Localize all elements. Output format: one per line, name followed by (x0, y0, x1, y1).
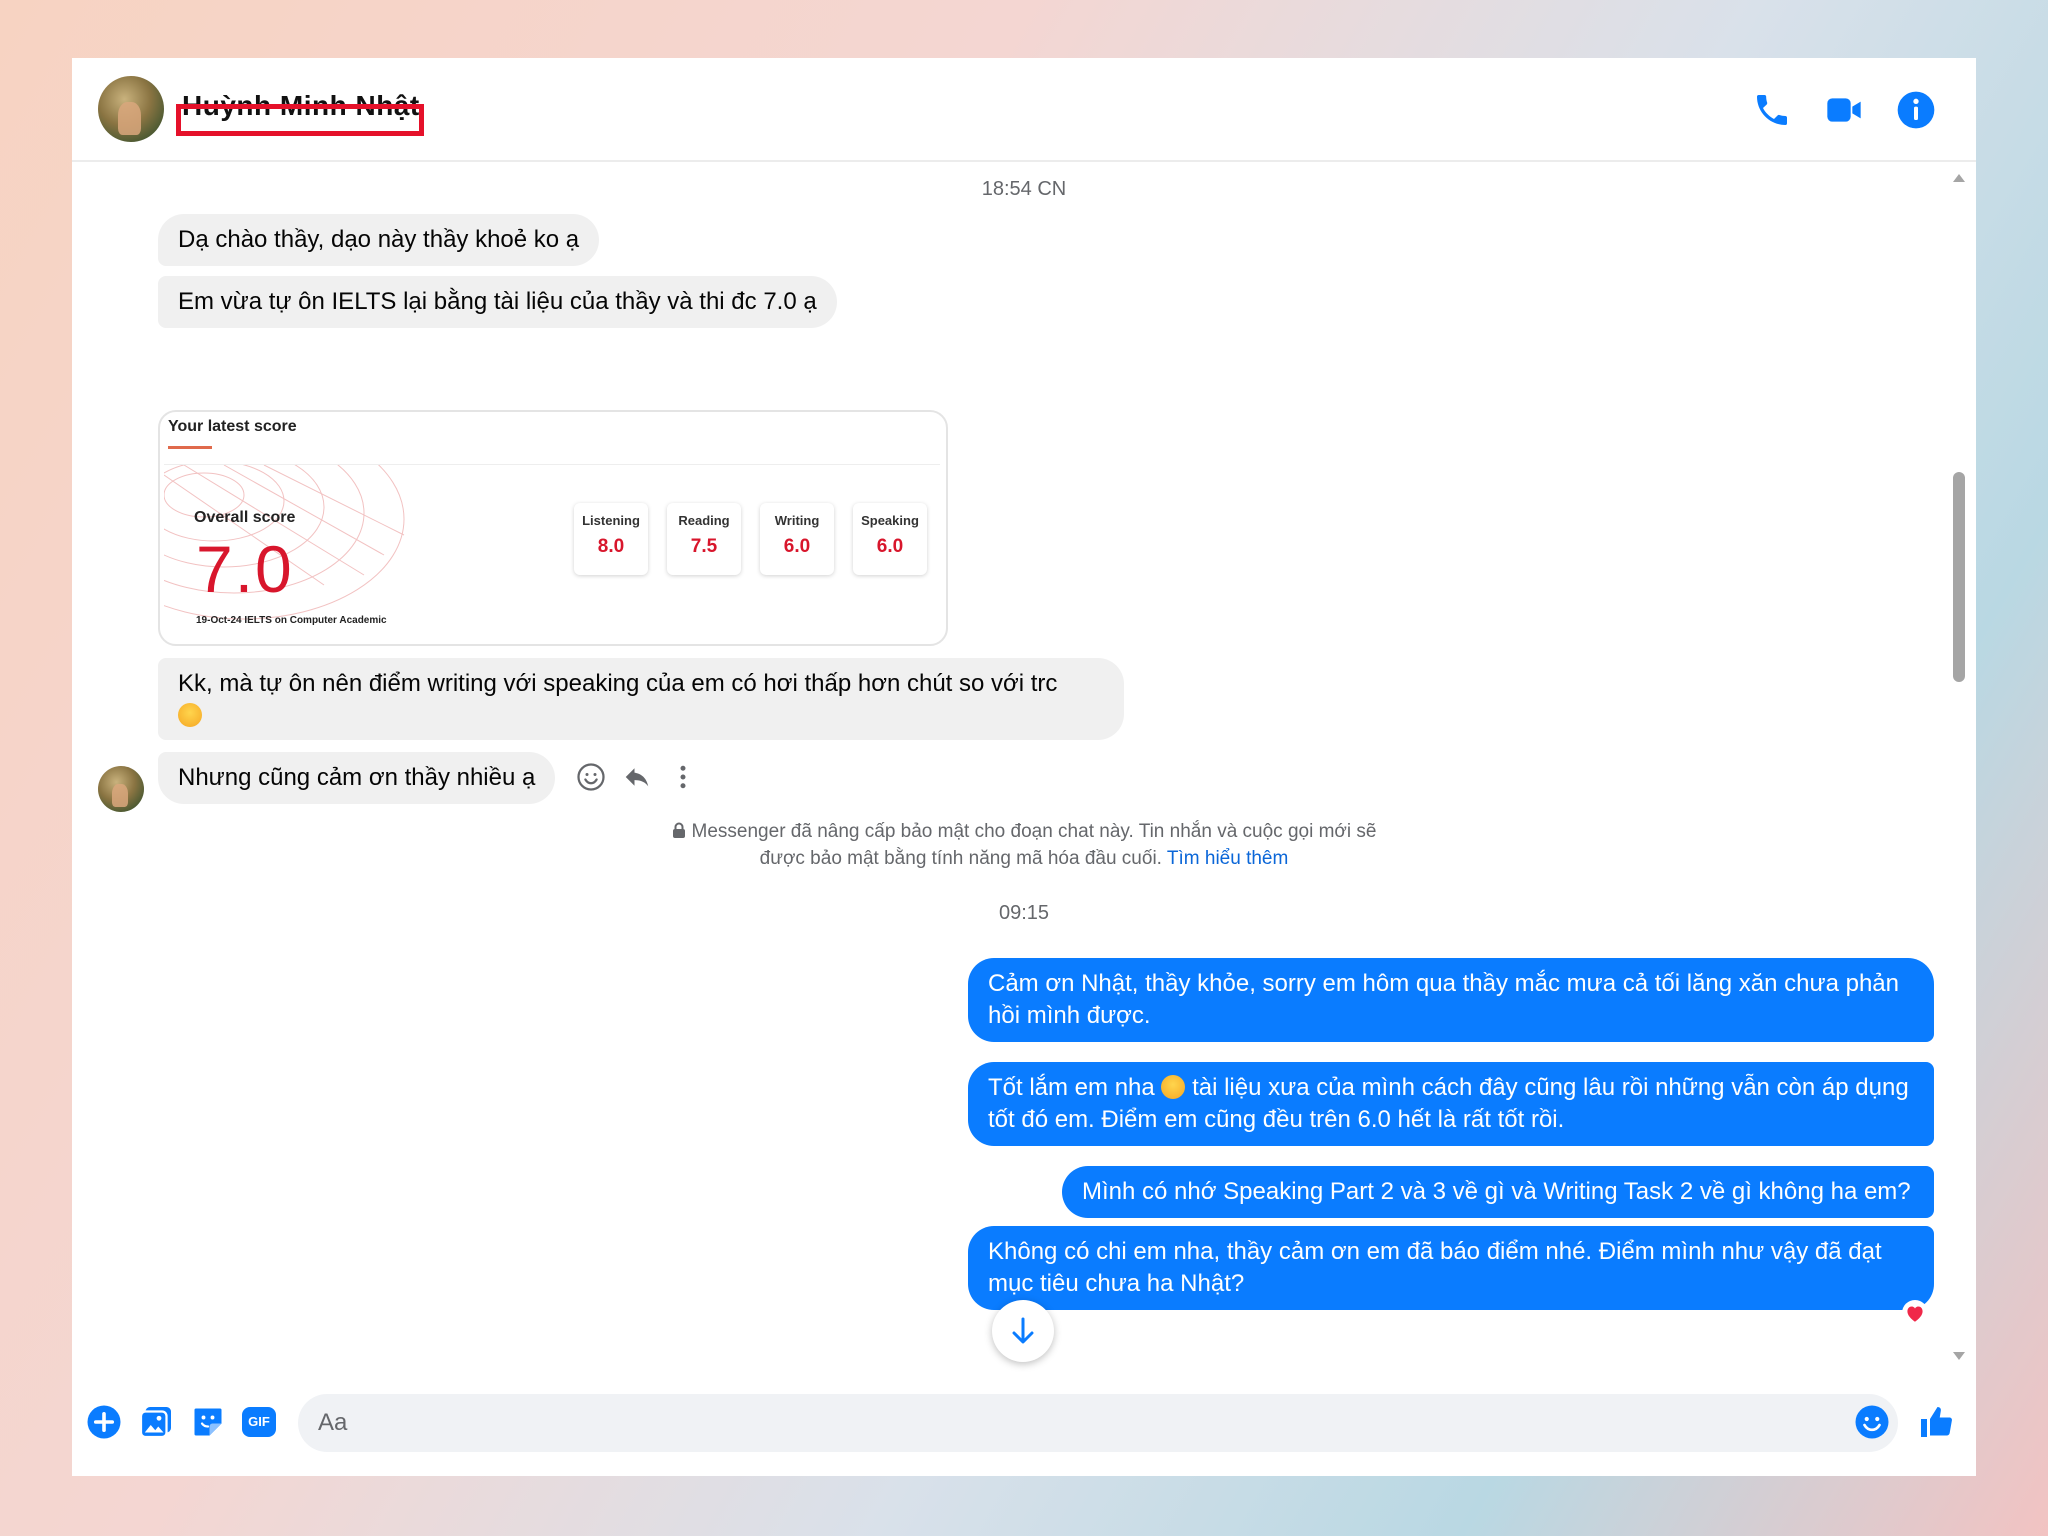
incoming-message[interactable]: Em vừa tự ôn IELTS lại bằng tài liệu của… (158, 276, 837, 328)
scroll-up-arrow-icon[interactable] (1951, 172, 1967, 184)
scroll-to-bottom-button[interactable] (992, 1300, 1054, 1362)
chat-window: Huỳnh Minh Nhật 18:54 CN Dạ chào thầy, d… (72, 58, 1976, 1476)
sticker-icon[interactable] (190, 1404, 226, 1440)
outgoing-message[interactable]: Không có chi em nha, thầy cảm ơn em đã b… (968, 1226, 1934, 1310)
band-label: Reading (678, 513, 730, 528)
emoji-picker-icon[interactable] (1854, 1404, 1890, 1440)
band-label: Speaking (861, 513, 919, 528)
name-redaction-box (176, 104, 424, 136)
message-text: Tốt lắm em nha (988, 1074, 1155, 1101)
gif-button[interactable]: GIF (242, 1404, 278, 1440)
timestamp: 18:54 CN (981, 178, 1067, 200)
band-label: Listening (582, 513, 640, 528)
incoming-message[interactable]: Kk, mà tự ôn nên điểm writing với speaki… (158, 658, 1124, 740)
video-call-icon[interactable] (1824, 90, 1864, 130)
band-label: Writing (774, 513, 820, 528)
message-input[interactable] (298, 1394, 1898, 1452)
overall-score-value: 7.0 (196, 532, 294, 606)
outgoing-message[interactable]: Cảm ơn Nhật, thầy khỏe, sorry em hôm qua… (968, 958, 1934, 1042)
outgoing-message[interactable]: Mình có nhớ Speaking Part 2 và 3 về gì v… (1062, 1166, 1934, 1218)
timestamp: 09:15 (998, 902, 1050, 924)
incoming-message[interactable]: Dạ chào thầy, dạo này thầy khoẻ ko ạ (158, 214, 600, 266)
notice-line-2: được bảo mật bằng tính năng mã hóa đầu c… (759, 848, 1162, 869)
band-value: 8.0 (597, 536, 625, 557)
incoming-message[interactable]: Nhưng cũng cảm ơn thầy nhiều ạ (158, 752, 556, 804)
band-value: 6.0 (783, 536, 811, 557)
test-date-label: 19-Oct-24 IELTS on Computer Academic (196, 615, 387, 626)
band-value: 6.0 (876, 536, 904, 557)
more-options-icon[interactable] (668, 762, 698, 792)
band-value: 7.5 (690, 536, 718, 557)
chat-header: Huỳnh Minh Nhật (72, 58, 1976, 162)
contact-avatar[interactable] (98, 76, 164, 142)
gif-label: GIF (248, 1414, 270, 1429)
photo-gallery-icon[interactable] (138, 1404, 174, 1440)
learn-more-link[interactable]: Tìm hiểu thêm (1167, 848, 1288, 869)
heart-reaction-icon[interactable] (1902, 1300, 1928, 1326)
react-emoji-icon[interactable] (576, 762, 606, 792)
message-composer: GIF (72, 1372, 1976, 1476)
reply-icon[interactable] (622, 762, 652, 792)
scroll-down-arrow-icon[interactable] (1951, 1350, 1967, 1362)
overall-score-label: Overall score (194, 509, 296, 526)
scrollbar-thumb[interactable] (1953, 472, 1965, 682)
score-panel: Overall score 7.0 19-Oct-24 IELTS on Com… (164, 464, 940, 637)
band-reading: Reading 7.5 (667, 503, 741, 575)
title-underline (168, 446, 212, 449)
band-speaking: Speaking 6.0 (853, 503, 927, 575)
notice-line-1: Messenger đã nâng cấp bảo mật cho đoạn c… (691, 821, 1377, 842)
grinning-emoji-icon (178, 703, 202, 727)
info-icon[interactable] (1896, 90, 1936, 130)
outgoing-message[interactable]: Tốt lắm em nha tài liệu xưa của mình các… (968, 1062, 1934, 1146)
score-report-image[interactable]: Your latest score Overall score 7.0 19-O… (158, 410, 948, 646)
score-card-title: Your latest score (168, 418, 297, 435)
phone-icon[interactable] (1752, 90, 1792, 130)
thumbs-up-icon[interactable] (1918, 1404, 1954, 1440)
band-writing: Writing 6.0 (760, 503, 834, 575)
band-listening: Listening 8.0 (574, 503, 648, 575)
smiling-emoji-icon (1161, 1075, 1186, 1099)
encryption-notice: Messenger đã nâng cấp bảo mật cho đoạn c… (72, 818, 1976, 872)
message-list[interactable]: 18:54 CN Dạ chào thầy, dạo này thầy khoẻ… (72, 162, 1976, 1372)
message-text: Kk, mà tự ôn nên điểm writing với speaki… (178, 670, 1058, 697)
lock-icon (672, 822, 685, 838)
gif-icon: GIF (242, 1407, 276, 1437)
arrow-down-icon (1012, 1317, 1034, 1344)
contact-avatar-small[interactable] (98, 766, 144, 812)
plus-circle-icon[interactable] (86, 1404, 122, 1440)
